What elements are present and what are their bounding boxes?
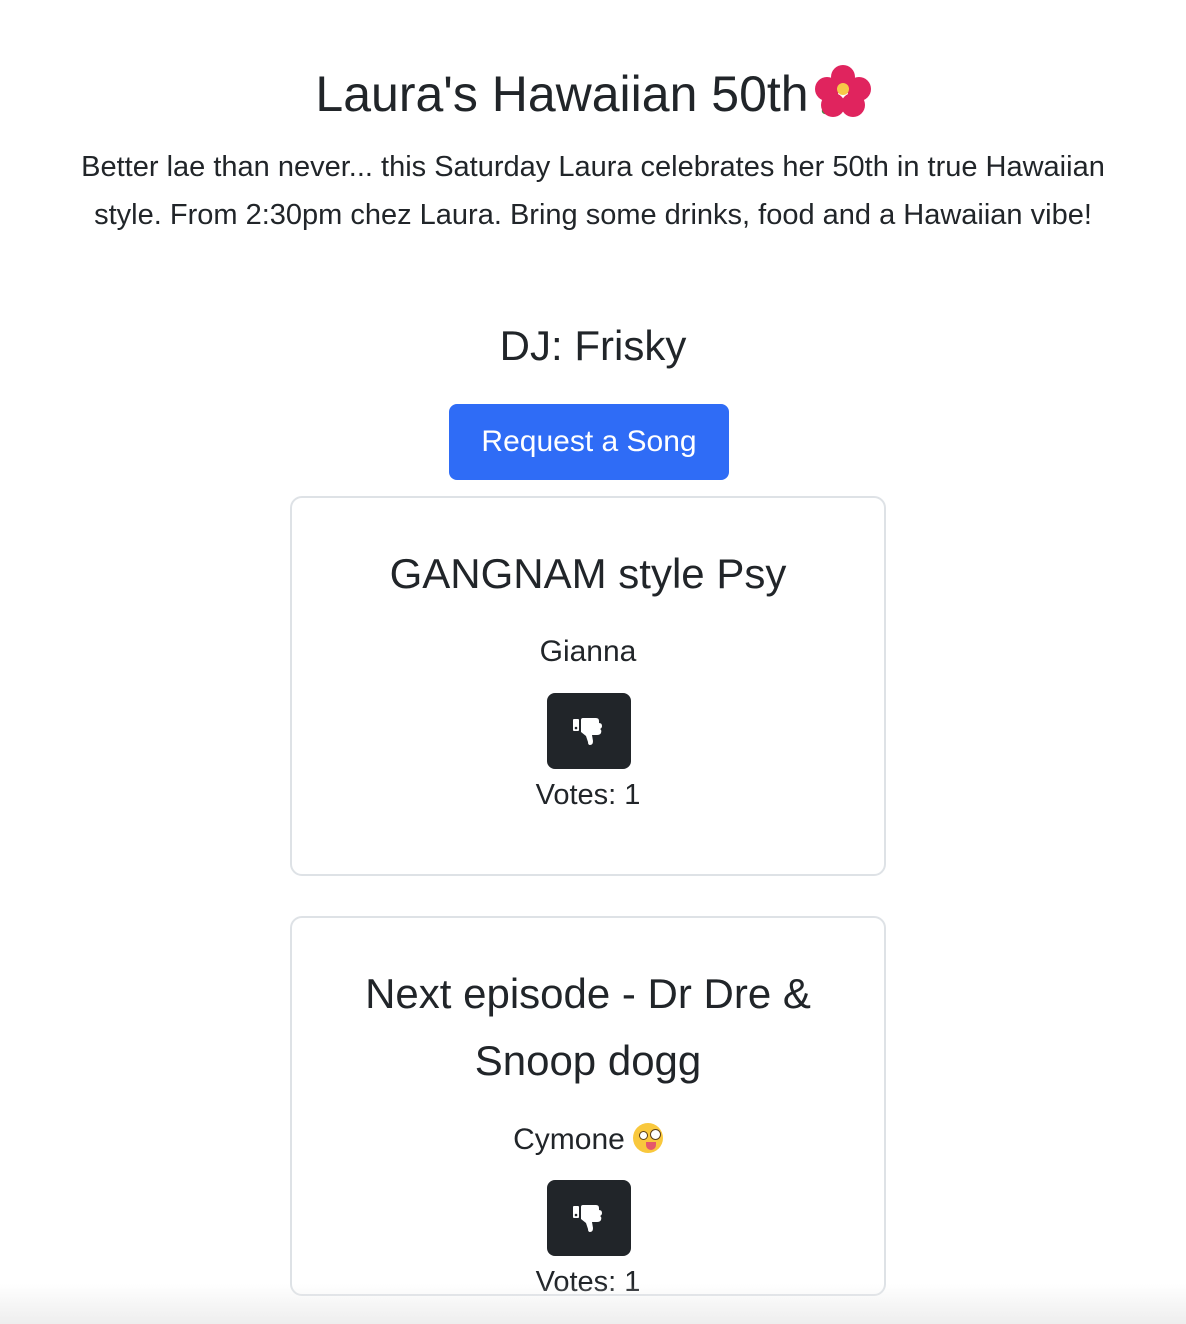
event-page: Laura's Hawaiian 50th Better lae than ne… — [0, 0, 1186, 1324]
page-title: Laura's Hawaiian 50th — [0, 62, 1186, 126]
dj-heading: DJ: Frisky — [499, 322, 687, 369]
requester-name: Gianna — [539, 635, 637, 668]
requester-name: Cymone — [513, 1123, 625, 1156]
song-requester: Gianna — [292, 632, 884, 672]
event-description: Better lae than never... this Saturday L… — [81, 151, 1105, 231]
vote-count: Votes: 1 — [535, 779, 641, 811]
song-card: GANGNAM style Psy Gianna Votes: 1 — [290, 496, 886, 876]
thumbs-down-icon — [573, 718, 602, 745]
event-title: Laura's Hawaiian 50th — [315, 66, 809, 122]
vote-count: Votes: 1 — [535, 1266, 641, 1298]
thumbs-down-icon — [573, 1205, 602, 1232]
zany-face-icon — [632, 1123, 663, 1153]
song-title: Next episode - Dr Dre & Snoop dogg — [365, 970, 811, 1084]
song-card: Next episode - Dr Dre & Snoop dogg Cymon… — [290, 916, 886, 1298]
downvote-button[interactable] — [547, 1180, 631, 1256]
song-requester: Cymone — [292, 1120, 884, 1160]
request-song-button[interactable]: Request a Song — [449, 404, 729, 480]
song-title: GANGNAM style Psy — [389, 550, 787, 597]
downvote-button[interactable] — [547, 693, 631, 769]
hibiscus-icon — [814, 65, 871, 117]
